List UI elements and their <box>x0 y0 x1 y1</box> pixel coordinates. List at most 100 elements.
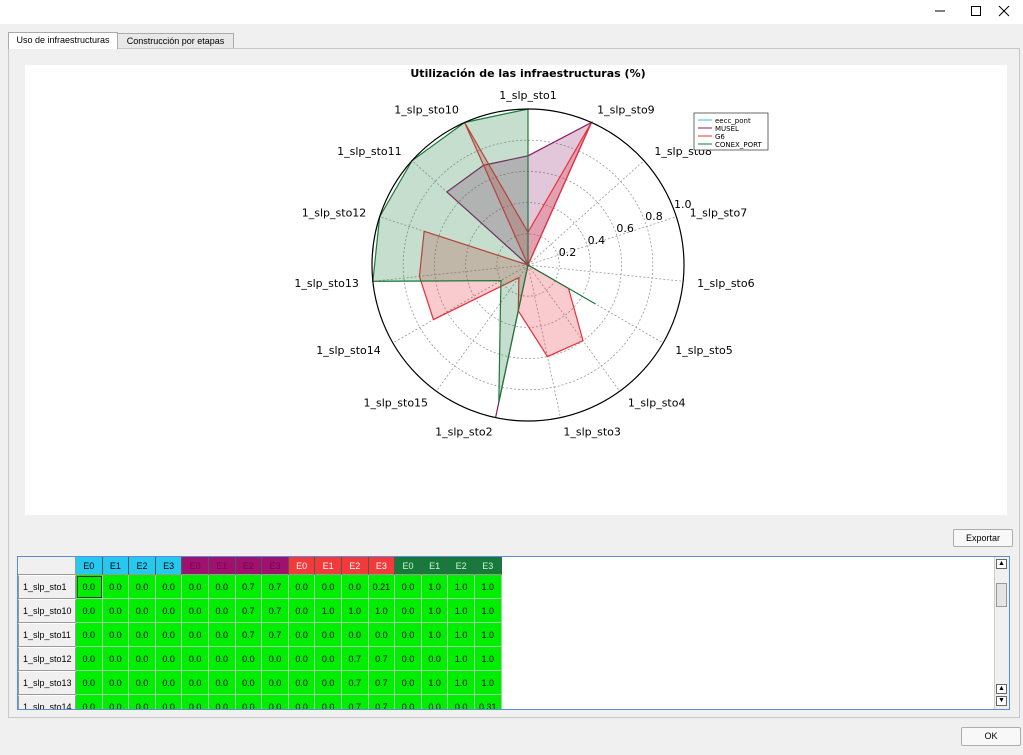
table-cell[interactable]: 0.31 <box>475 695 502 709</box>
table-cell[interactable]: 0.0 <box>129 695 156 709</box>
table-cell[interactable]: 0.0 <box>262 695 289 709</box>
table-cell[interactable]: 0.0 <box>395 647 422 671</box>
row-header[interactable]: 1_slp_sto11 <box>18 623 76 647</box>
table-cell[interactable]: 0.0 <box>262 671 289 695</box>
table-cell[interactable]: 0.0 <box>315 575 342 599</box>
table-cell[interactable]: 0.0 <box>155 623 183 647</box>
table-cell[interactable]: 0.0 <box>342 623 369 647</box>
table-cell[interactable]: 1.0 <box>448 599 475 623</box>
scroll-up-arrow-icon[interactable]: ▲ <box>996 559 1007 569</box>
table-cell[interactable]: 0.7 <box>262 599 289 623</box>
table-cell[interactable]: 0.0 <box>235 647 263 671</box>
row-header[interactable]: 1_slp_sto12 <box>18 647 76 671</box>
table-cell[interactable]: 0.0 <box>235 671 263 695</box>
table-cell[interactable]: 0.0 <box>395 599 422 623</box>
table-cell[interactable]: 0.0 <box>395 623 422 647</box>
table-cell[interactable]: 0.0 <box>155 599 183 623</box>
table-cell[interactable]: 0.0 <box>209 695 236 709</box>
table-cell[interactable]: 0.0 <box>155 695 183 709</box>
column-header[interactable]: E0 <box>395 557 422 575</box>
table-cell[interactable]: 0.0 <box>182 647 209 671</box>
table-cell[interactable]: 0.0 <box>315 671 342 695</box>
table-cell[interactable]: 0.7 <box>368 671 396 695</box>
table-cell[interactable]: 0.0 <box>448 695 475 709</box>
table-cell[interactable]: 0.0 <box>155 647 183 671</box>
scrollbar-thumb[interactable] <box>996 583 1007 607</box>
table-cell[interactable]: 0.0 <box>129 599 156 623</box>
table-cell[interactable]: 0.0 <box>76 695 103 709</box>
column-header[interactable]: E0 <box>182 557 209 575</box>
table-cell[interactable]: 1.0 <box>421 671 449 695</box>
table-cell[interactable]: 0.0 <box>395 575 422 599</box>
table-cell[interactable]: 0.0 <box>155 671 183 695</box>
table-cell[interactable]: 0.0 <box>288 671 316 695</box>
table-cell[interactable]: 0.0 <box>421 695 449 709</box>
table-cell[interactable]: 0.0 <box>209 647 236 671</box>
table-cell[interactable]: 0.0 <box>102 671 130 695</box>
table-cell[interactable]: 0.0 <box>209 623 236 647</box>
table-cell[interactable]: 1.0 <box>475 575 502 599</box>
row-header[interactable]: 1_slp_sto14 <box>18 695 76 709</box>
table-cell[interactable]: 0.0 <box>288 575 316 599</box>
table-cell[interactable]: 0.7 <box>235 623 263 647</box>
tab-uso-infraestructuras[interactable]: Uso de infraestructuras <box>8 32 118 49</box>
table-cell[interactable]: 1.0 <box>475 647 502 671</box>
table-cell[interactable]: 0.0 <box>76 647 103 671</box>
table-cell[interactable]: 0.0 <box>368 623 396 647</box>
table-cell[interactable]: 1.0 <box>448 575 475 599</box>
table-cell[interactable]: 0.0 <box>76 599 103 623</box>
table-cell[interactable]: 0.0 <box>395 695 422 709</box>
scroll-up-arrow-icon[interactable]: ▲ <box>996 684 1007 694</box>
scroll-down-arrow-icon[interactable]: ▼ <box>996 696 1007 706</box>
minimize-button[interactable] <box>921 0 959 22</box>
table-cell[interactable]: 1.0 <box>448 671 475 695</box>
table-cell[interactable]: 0.0 <box>129 623 156 647</box>
column-header[interactable]: E2 <box>235 557 263 575</box>
table-cell[interactable]: 1.0 <box>315 599 342 623</box>
row-header[interactable]: 1_slp_sto13 <box>18 671 76 695</box>
table-cell[interactable]: 0.7 <box>262 623 289 647</box>
table-cell[interactable]: 0.0 <box>342 575 369 599</box>
column-header[interactable]: E2 <box>342 557 369 575</box>
table-cell[interactable]: 0.7 <box>235 599 263 623</box>
table-cell[interactable]: 0.0 <box>395 671 422 695</box>
table-cell[interactable]: 0.0 <box>182 623 209 647</box>
table-cell[interactable]: 0.0 <box>315 623 342 647</box>
table-cell[interactable]: 0.0 <box>315 647 342 671</box>
table-cell[interactable]: 0.0 <box>209 599 236 623</box>
table-cell[interactable]: 0.0 <box>102 695 130 709</box>
table-cell[interactable]: 0.7 <box>235 575 263 599</box>
table-cell[interactable]: 1.0 <box>475 599 502 623</box>
export-button[interactable]: Exportar <box>953 529 1013 547</box>
ok-button[interactable]: OK <box>961 727 1021 746</box>
table-cell[interactable]: 0.0 <box>102 623 130 647</box>
table-cell[interactable]: 0.7 <box>262 575 289 599</box>
column-header[interactable]: E1 <box>102 557 130 575</box>
data-table[interactable]: E0 E1 E2 E3 E0 E1 E2 E3 E0 E1 E2 E3 E0 E1 E2 E3 1_slp_st… <box>17 556 1010 710</box>
table-cell[interactable]: 1.0 <box>368 599 396 623</box>
table-cell[interactable]: 0.0 <box>209 575 236 599</box>
table-cell[interactable]: 0.0 <box>182 695 209 709</box>
table-cell[interactable]: 0.0 <box>182 599 209 623</box>
column-header[interactable]: E1 <box>209 557 236 575</box>
table-cell[interactable]: 0.0 <box>235 695 263 709</box>
table-cell[interactable]: 0.0 <box>182 575 209 599</box>
table-cell[interactable]: 0.0 <box>76 671 103 695</box>
table-cell[interactable]: 0.0 <box>129 575 156 599</box>
table-cell[interactable]: 0.0 <box>102 599 130 623</box>
column-header[interactable]: E0 <box>76 557 103 575</box>
table-cell[interactable]: 0.7 <box>342 647 369 671</box>
table-cell[interactable]: 0.0 <box>288 647 316 671</box>
table-cell[interactable]: 0.0 <box>315 695 342 709</box>
table-cell[interactable]: 1.0 <box>421 599 449 623</box>
tab-construccion-etapas[interactable]: Construcción por etapas <box>117 33 234 49</box>
table-cell[interactable]: 0.0 <box>288 695 316 709</box>
vertical-scrollbar[interactable]: ▲ ▲ ▼ <box>994 557 1009 709</box>
table-cell[interactable]: 1.0 <box>448 623 475 647</box>
table-cell[interactable]: 0.0 <box>129 647 156 671</box>
table-cell[interactable]: 1.0 <box>421 623 449 647</box>
table-cell[interactable]: 1.0 <box>448 647 475 671</box>
row-header[interactable]: 1_slp_sto1 <box>18 575 76 599</box>
row-header[interactable]: 1_slp_sto10 <box>18 599 76 623</box>
column-header[interactable]: E1 <box>421 557 449 575</box>
